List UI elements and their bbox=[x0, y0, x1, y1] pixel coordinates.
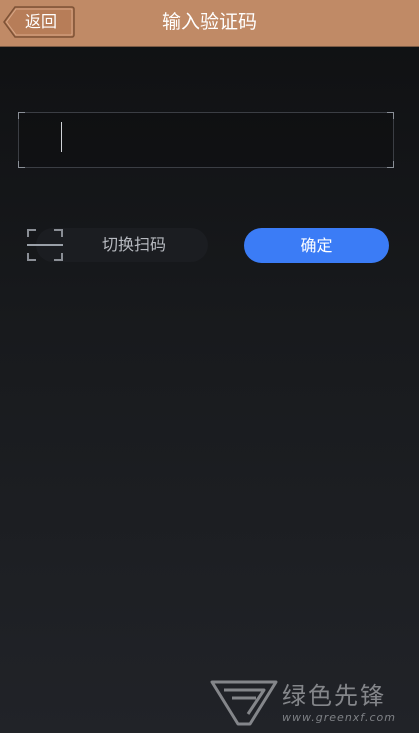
switch-scan-button[interactable]: 切换扫码 bbox=[26, 227, 208, 263]
greenxf-logo-icon bbox=[210, 680, 278, 726]
confirm-button[interactable]: 确定 bbox=[244, 228, 389, 263]
header-bar: 返回 输入验证码 bbox=[0, 0, 419, 46]
code-input-frame bbox=[18, 112, 394, 168]
watermark-name: 绿色先锋 bbox=[282, 682, 386, 710]
watermark: 绿色先锋 www.greenxf.com bbox=[210, 678, 415, 728]
verification-code-input[interactable] bbox=[19, 113, 393, 167]
watermark-url: www.greenxf.com bbox=[282, 711, 396, 724]
page-title: 输入验证码 bbox=[161, 11, 257, 33]
switch-scan-label: 切换扫码 bbox=[102, 235, 167, 254]
text-caret bbox=[61, 122, 62, 152]
scan-frame-icon bbox=[27, 229, 63, 261]
